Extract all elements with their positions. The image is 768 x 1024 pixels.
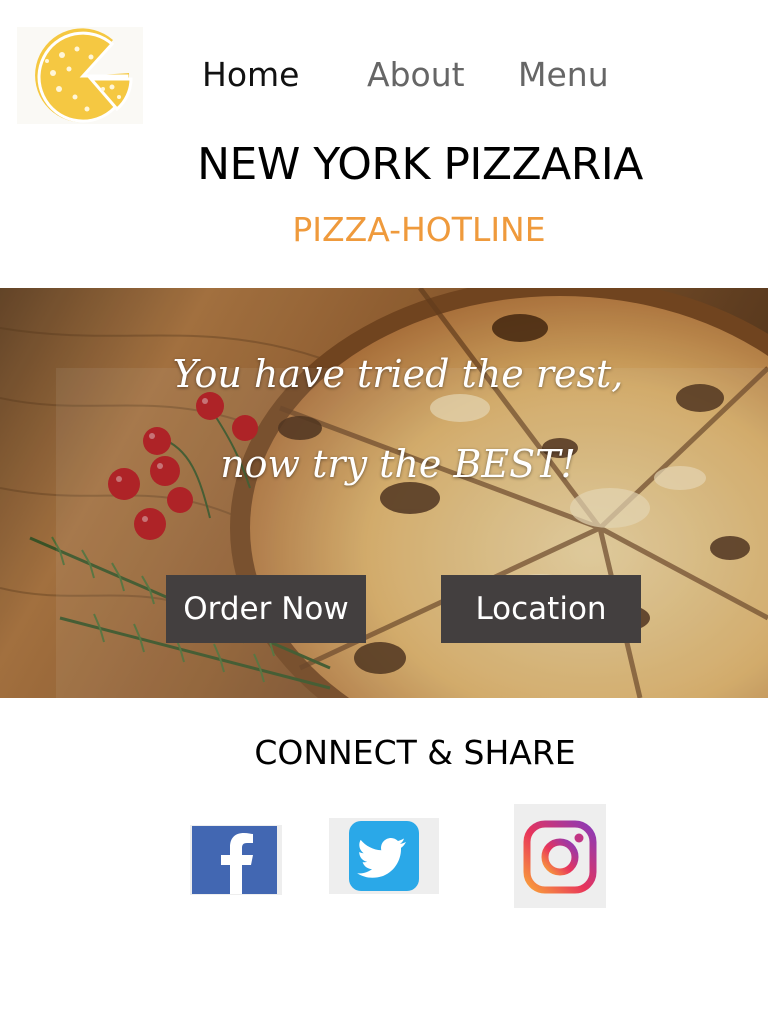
pizza-hotline: PIZZA-HOTLINE	[292, 210, 546, 249]
twitter-icon[interactable]	[329, 818, 439, 894]
instagram-icon[interactable]	[514, 804, 606, 908]
location-button[interactable]: Location	[441, 575, 641, 643]
page-title: NEW YORK PIZZARIA	[197, 139, 643, 190]
logo[interactable]	[17, 27, 143, 124]
order-now-button[interactable]: Order Now	[166, 575, 366, 643]
facebook-icon[interactable]	[190, 825, 282, 895]
connect-share-heading: CONNECT & SHARE	[254, 733, 576, 772]
hero-tagline-line1: You have tried the rest,	[172, 352, 624, 396]
hero-banner: You have tried the rest, now try the BES…	[0, 288, 768, 698]
hero-tagline-line2: now try the BEST!	[220, 442, 576, 486]
pizza-photo-background	[0, 288, 768, 698]
nav-home[interactable]: Home	[202, 55, 299, 95]
nav-about[interactable]: About	[367, 55, 465, 95]
pizza-logo-icon	[35, 28, 133, 123]
nav-menu[interactable]: Menu	[518, 55, 609, 95]
